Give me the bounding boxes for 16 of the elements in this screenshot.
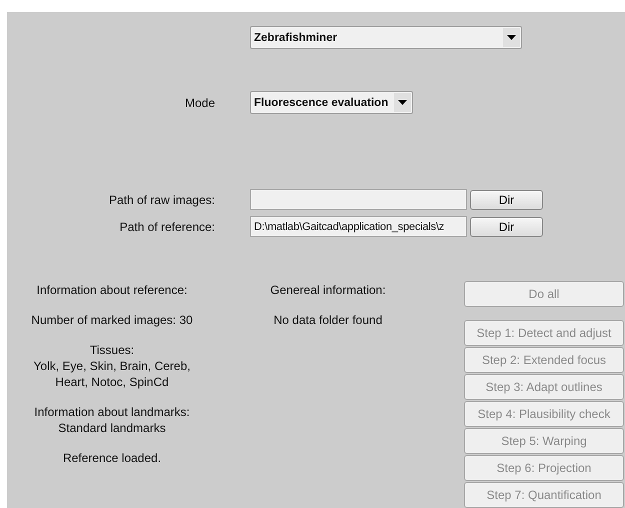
reference-info-text: Tissues: Yolk, Eye, Skin, Brain, Cereb, Heart, Notoc, SpinCd <box>34 342 190 390</box>
app-dropdown[interactable]: Zebrafishminer <box>250 26 522 49</box>
reference-info-text: Reference loaded. <box>62 450 162 466</box>
reference-info-text: Number of marked images: 30 <box>31 312 193 328</box>
reference-info-text: Information about reference: <box>36 282 188 298</box>
path-label: Path of raw images: <box>108 192 215 206</box>
general-info-text: No data folder found <box>274 312 382 328</box>
dir-button[interactable]: Dir <box>470 216 543 236</box>
general-info-text: Genereal information: <box>270 282 386 298</box>
dir-button[interactable]: Dir <box>470 190 543 210</box>
path-field[interactable]: D:\matlab\Gaitcad\application_specials\z <box>250 216 467 237</box>
reference-info-text: Information about landmarks: Standard landmarks <box>34 404 190 436</box>
mode-label: Mode <box>184 96 215 110</box>
path-label: Path of reference: <box>118 220 215 234</box>
path-field[interactable] <box>250 189 467 210</box>
mode-dropdown[interactable]: Fluorescence evaluation <box>250 91 413 114</box>
